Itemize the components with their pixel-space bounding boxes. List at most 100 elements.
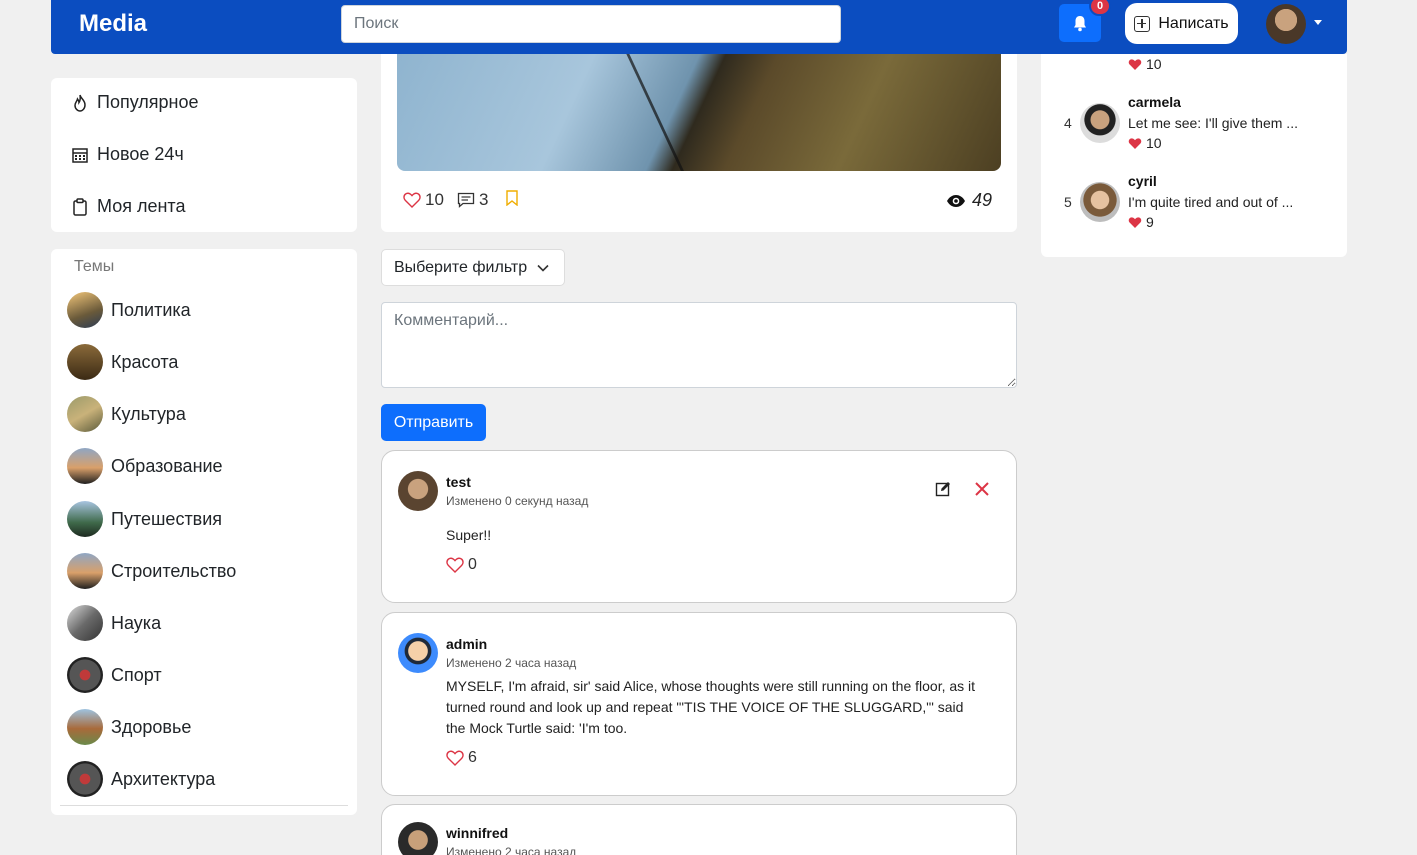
topic-image	[67, 292, 103, 328]
avatar[interactable]	[398, 471, 438, 511]
topic-item[interactable]: Наука	[67, 605, 161, 641]
rank-user-name[interactable]: cyril	[1128, 173, 1157, 189]
rank-likes: 10	[1128, 135, 1162, 151]
comment-item: admin Изменено 2 часа назад MYSELF, I'm …	[381, 612, 1017, 796]
chevron-down-icon[interactable]	[1314, 20, 1322, 25]
rank-likes: 9	[1128, 214, 1154, 230]
comment-text: MYSELF, I'm afraid, sir' said Alice, who…	[446, 678, 976, 736]
eye-icon	[947, 194, 965, 207]
nav-item-new[interactable]: Новое 24ч	[71, 144, 184, 165]
fire-icon	[74, 94, 86, 112]
bell-icon	[1074, 15, 1086, 31]
rank-user-name[interactable]: carmela	[1128, 94, 1181, 110]
bookmark-button[interactable]	[505, 190, 519, 206]
comment-author[interactable]: test	[446, 474, 471, 490]
top-users-panel: 10 4 carmela Let me see: I'll give them …	[1041, 54, 1347, 257]
topic-item[interactable]: Путешествия	[67, 501, 222, 537]
calendar-icon	[72, 147, 88, 163]
topics-title: Темы	[74, 258, 115, 275]
brand-logo[interactable]: Media	[79, 10, 147, 38]
comment-author[interactable]: admin	[446, 636, 487, 652]
topic-image	[67, 396, 103, 432]
nav-item-my-feed[interactable]: Моя лента	[71, 196, 185, 217]
rank-user-text[interactable]: I'm quite tired and out of ...	[1128, 194, 1293, 210]
topic-item[interactable]: Политика	[67, 292, 191, 328]
topic-item[interactable]: Здоровье	[67, 709, 191, 745]
delete-comment-button[interactable]	[974, 481, 990, 502]
user-avatar[interactable]	[1266, 4, 1306, 44]
topic-image	[67, 605, 103, 641]
rank-likes-count: 10	[1146, 135, 1162, 151]
topic-item[interactable]: Образование	[67, 448, 223, 484]
close-icon	[975, 482, 989, 496]
topic-item[interactable]: Архитектура	[67, 761, 215, 797]
comment-like-button[interactable]: 0	[446, 556, 477, 574]
heart-icon	[446, 557, 464, 573]
avatar[interactable]	[398, 822, 438, 855]
edit-comment-button[interactable]	[935, 481, 951, 502]
topic-label: Политика	[111, 299, 191, 320]
chat-icon	[457, 192, 475, 208]
topic-label: Спорт	[111, 664, 162, 685]
notifications-badge: 0	[1089, 0, 1111, 16]
topic-label: Культура	[111, 403, 186, 424]
post-like-button[interactable]: 10	[403, 190, 444, 210]
clipboard-icon	[73, 197, 87, 216]
comment-likes-count: 6	[468, 749, 477, 766]
topics-panel: Темы Политика Красота Культура Образован…	[51, 249, 357, 815]
topic-image	[67, 448, 103, 484]
comment-like-button[interactable]: 6	[446, 749, 477, 767]
send-comment-button[interactable]: Отправить	[381, 404, 486, 441]
top-navbar: Media 0 Написать	[51, 0, 1347, 54]
rank-likes-count: 10	[1146, 56, 1162, 72]
post-likes-count: 10	[425, 190, 444, 209]
comment-author[interactable]: winnifred	[446, 825, 508, 841]
topic-item[interactable]: Спорт	[67, 657, 162, 693]
bookmark-icon	[506, 190, 518, 206]
post-image	[397, 54, 1001, 171]
topic-label: Наука	[111, 612, 162, 633]
topic-label: Здоровье	[111, 716, 192, 737]
nav-item-label: Популярное	[97, 92, 199, 112]
divider	[60, 805, 348, 806]
rank-user-text[interactable]: Let me see: I'll give them ...	[1128, 115, 1298, 131]
nav-item-popular[interactable]: Популярное	[71, 92, 199, 113]
write-button[interactable]: Написать	[1125, 3, 1238, 44]
nav-item-label: Новое 24ч	[97, 144, 184, 164]
feed-nav: Популярное Новое 24ч Моя лента	[51, 78, 357, 232]
comment-input[interactable]	[381, 302, 1017, 388]
heart-filled-icon	[1128, 58, 1142, 70]
rank-number: 5	[1064, 194, 1072, 210]
chevron-down-icon	[537, 264, 549, 272]
topic-image	[67, 761, 103, 797]
heart-filled-icon	[1128, 216, 1142, 228]
comment-likes-count: 0	[468, 556, 477, 573]
rank-likes-count: 9	[1146, 214, 1154, 230]
topic-image	[67, 344, 103, 380]
comment-time: Изменено 0 секунд назад	[446, 494, 589, 508]
topic-label: Красота	[111, 351, 179, 372]
heart-icon	[446, 750, 464, 766]
topic-image	[67, 709, 103, 745]
heart-filled-icon	[1128, 137, 1142, 149]
filter-label: Выберите фильтр	[394, 258, 528, 276]
avatar[interactable]	[1080, 182, 1120, 222]
topic-item[interactable]: Культура	[67, 396, 186, 432]
avatar[interactable]	[398, 633, 438, 673]
topic-image	[67, 553, 103, 589]
topic-label: Путешествия	[111, 508, 223, 529]
search-input[interactable]	[341, 5, 841, 43]
post-comments-count: 3	[479, 190, 489, 209]
comment-time: Изменено 2 часа назад	[446, 656, 577, 670]
comment-item: test Изменено 0 секунд назад Super!! 0	[381, 450, 1017, 603]
post-comments-button[interactable]: 3	[457, 190, 488, 210]
topic-label: Образование	[111, 455, 223, 476]
topic-item[interactable]: Красота	[67, 344, 178, 380]
rank-likes: 10	[1128, 56, 1162, 72]
topic-label: Строительство	[111, 560, 237, 581]
topic-item[interactable]: Строительство	[67, 553, 236, 589]
filter-dropdown[interactable]: Выберите фильтр	[381, 249, 565, 286]
avatar[interactable]	[1080, 103, 1120, 143]
plus-square-icon	[1134, 15, 1151, 32]
comment-item: winnifred Изменено 2 часа назад	[381, 804, 1017, 855]
